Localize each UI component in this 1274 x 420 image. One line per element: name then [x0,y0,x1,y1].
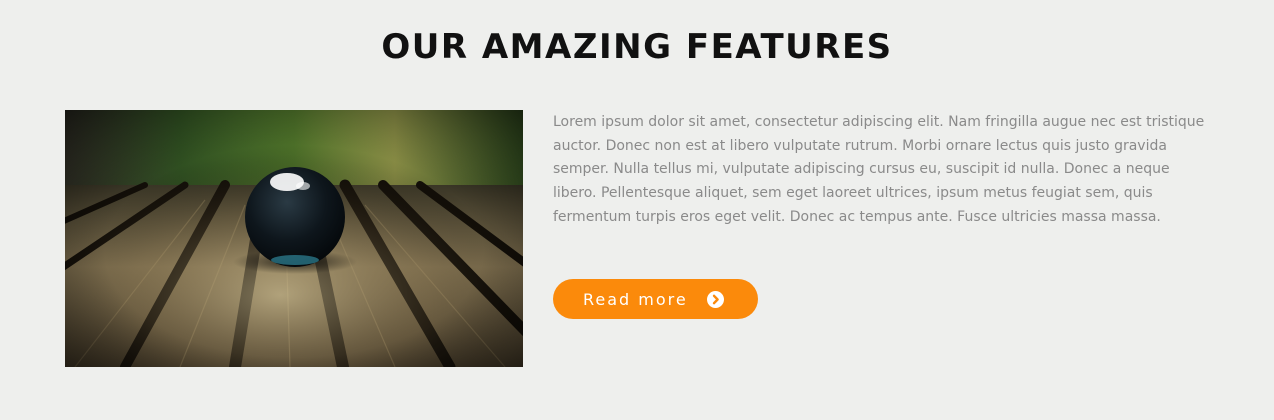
section-title: OUR AMAZING FEATURES [381,27,893,67]
feature-description: Lorem ipsum dolor sit amet, consectetur … [553,114,1205,225]
feature-image [65,110,523,367]
marble-image-graphic [65,110,523,367]
read-more-button[interactable]: Read more [553,279,758,319]
read-more-label: Read more [583,289,688,309]
chevron-circle-right-icon [706,290,724,308]
